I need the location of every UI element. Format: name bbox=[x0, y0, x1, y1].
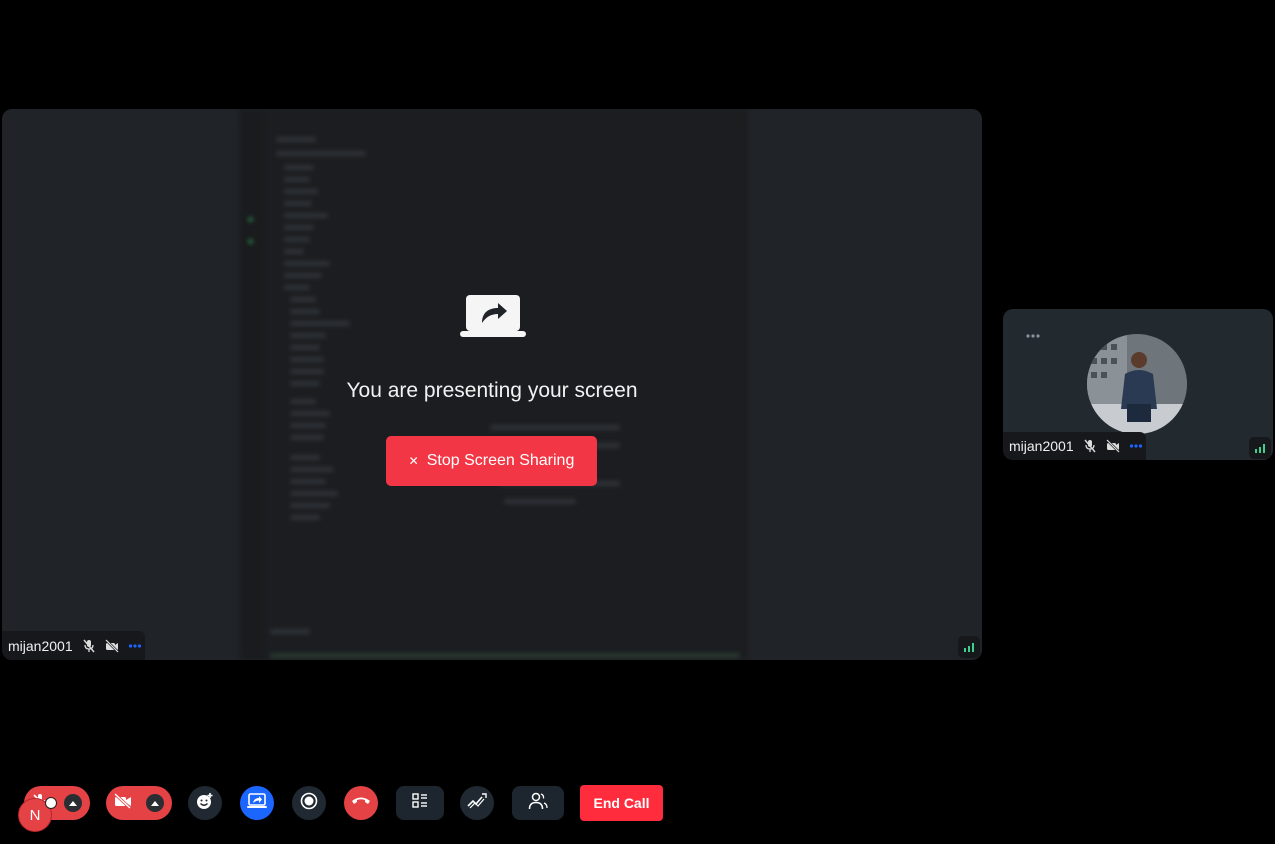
whiteboard-icon bbox=[467, 792, 487, 814]
stop-screen-sharing-label: Stop Screen Sharing bbox=[426, 452, 575, 469]
layout-button[interactable] bbox=[396, 786, 444, 820]
more-icon[interactable] bbox=[1025, 327, 1041, 345]
participants-icon bbox=[528, 792, 548, 815]
video-off-icon bbox=[1105, 439, 1120, 453]
participant-name: mijan2001 bbox=[8, 637, 73, 654]
status-dot bbox=[45, 797, 57, 809]
emoji-add-icon bbox=[195, 791, 215, 816]
more-icon[interactable] bbox=[128, 639, 142, 653]
video-off-icon bbox=[113, 792, 132, 814]
participant-name: mijan2001 bbox=[1009, 438, 1074, 454]
screen-share-button[interactable] bbox=[240, 786, 274, 820]
video-off-icon bbox=[104, 638, 119, 653]
stop-screen-sharing-button[interactable]: ✕ Stop Screen Sharing bbox=[386, 436, 597, 486]
mic-options-caret[interactable] bbox=[64, 794, 82, 812]
mic-off-icon bbox=[1083, 439, 1097, 453]
participant-tile: mijan2001 bbox=[1003, 309, 1273, 460]
camera-options-caret[interactable] bbox=[146, 794, 164, 812]
leave-button[interactable] bbox=[344, 786, 378, 820]
whiteboard-button[interactable] bbox=[460, 786, 494, 820]
presenter-name-badge: mijan2001 bbox=[2, 631, 145, 660]
presenting-message: You are presenting your screen bbox=[346, 379, 638, 402]
phone-hangup-icon bbox=[351, 794, 371, 812]
record-icon bbox=[300, 792, 318, 815]
laptop-share-icon bbox=[460, 295, 526, 337]
participant-avatar bbox=[1087, 334, 1187, 434]
x-icon: ✕ bbox=[408, 454, 419, 468]
more-icon[interactable] bbox=[1129, 439, 1143, 453]
signal-icon bbox=[958, 636, 980, 658]
signal-icon bbox=[1249, 437, 1271, 459]
record-button[interactable] bbox=[292, 786, 326, 820]
user-avatar-initial: N bbox=[29, 806, 41, 824]
screen-share-icon bbox=[247, 792, 267, 815]
camera-toggle-button[interactable] bbox=[106, 786, 172, 820]
reactions-button[interactable] bbox=[188, 786, 222, 820]
end-call-button[interactable]: End Call bbox=[580, 785, 663, 821]
presenter-tile: You are presenting your screen ✕ Stop Sc… bbox=[2, 109, 982, 660]
participant-name-badge: mijan2001 bbox=[1003, 432, 1146, 460]
layout-icon bbox=[412, 792, 428, 814]
mic-off-icon bbox=[82, 639, 96, 653]
participants-button[interactable] bbox=[512, 786, 564, 820]
